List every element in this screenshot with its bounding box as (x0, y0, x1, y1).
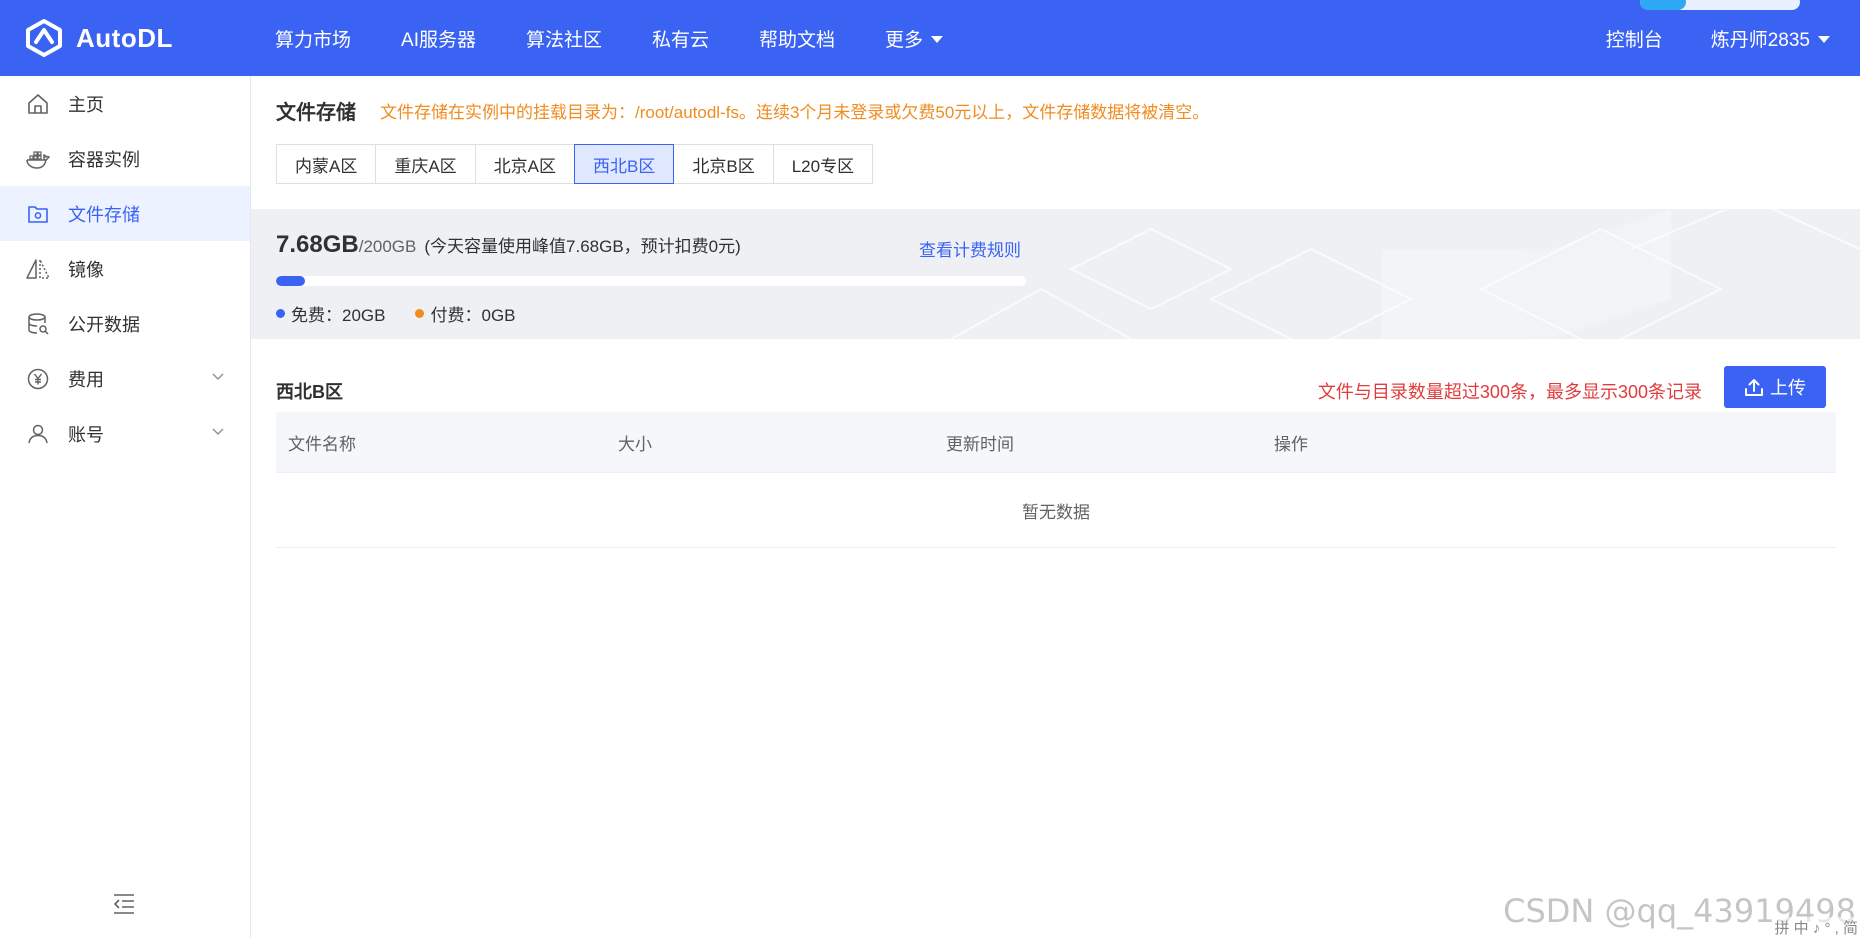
sidebar-item-label: 费用 (68, 369, 104, 390)
file-table: 文件名称 大小 更新时间 操作 暂无数据 (276, 412, 1836, 548)
docker-icon (24, 145, 52, 173)
usage-summary: 7.68GB /200GB (今天容量使用峰值7.68GB，预计扣费0元) (276, 231, 741, 259)
top-navbar: AutoDL 算力市场 AI服务器 算法社区 私有云 帮助文档 更多 控制台 炼… (0, 0, 1860, 76)
column-actions: 操作 (1274, 434, 1308, 454)
sidebar-item-home[interactable]: 主页 (0, 76, 250, 131)
legend-paid-label: 付费：0GB (430, 306, 516, 325)
brand-name: AutoDL (76, 22, 173, 53)
main-nav: 算力市场 AI服务器 算法社区 私有云 帮助文档 更多 (275, 0, 993, 76)
user-name: 炼丹师2835 (1710, 29, 1810, 51)
user-icon (24, 420, 52, 448)
column-file-name: 文件名称 (288, 434, 356, 454)
sidebar-item-label: 文件存储 (68, 204, 140, 225)
ime-toolbar: 拼 中 ♪ ° , 简 (1772, 917, 1860, 938)
table-header: 文件名称 大小 更新时间 操作 (276, 412, 1836, 473)
region-header: 西北B区 文件与目录数量超过300条，最多显示300条记录 上传 (276, 366, 1836, 410)
sidebar-item-label: 主页 (68, 94, 104, 115)
tab-beijing-a[interactable]: 北京A区 (474, 144, 576, 184)
yen-icon (24, 365, 52, 393)
database-icon (24, 310, 52, 338)
nav-more[interactable]: 更多 (885, 25, 944, 52)
upload-icon (1745, 379, 1763, 396)
billing-rules-link[interactable]: 查看计费规则 (919, 236, 1021, 261)
region-tabs: 内蒙A区 重庆A区 北京A区 西北B区 北京B区 L20专区 (276, 144, 874, 184)
paid-dot-icon (415, 309, 425, 318)
record-limit-warning: 文件与目录数量超过300条，最多显示300条记录 (1317, 382, 1702, 402)
tab-xibei-b[interactable]: 西北B区 (574, 144, 675, 184)
nav-help-docs[interactable]: 帮助文档 (759, 25, 835, 52)
total-capacity: /200GB (358, 237, 417, 256)
top-right-actions: 控制台 炼丹师2835 (1606, 0, 1830, 76)
chevron-down-icon (212, 373, 224, 381)
title-row: 文件存储 文件存储在实例中的挂载目录为：/root/autodl-fs。连续3个… (276, 96, 1209, 125)
used-capacity: 7.68GB (276, 231, 359, 258)
sidebar-item-label: 公开数据 (68, 314, 140, 335)
console-link[interactable]: 控制台 (1606, 25, 1663, 52)
tab-neimeng-a[interactable]: 内蒙A区 (276, 144, 377, 184)
column-updated-time: 更新时间 (946, 434, 1014, 454)
caret-down-icon (931, 35, 944, 43)
sidebar-item-label: 账号 (68, 424, 104, 445)
collapse-menu-icon (113, 894, 134, 914)
sidebar-item-label: 容器实例 (68, 149, 140, 170)
free-dot-icon (276, 309, 285, 318)
autodl-logo-icon (26, 19, 62, 57)
usage-progress-bar (276, 276, 1026, 286)
sidebar-item-file-storage[interactable]: 文件存储 (0, 186, 250, 241)
upload-label: 上传 (1770, 378, 1806, 398)
column-size: 大小 (618, 434, 652, 454)
nav-algorithm-community[interactable]: 算法社区 (526, 25, 602, 52)
sidebar-item-public-data[interactable]: 公开数据 (0, 296, 250, 351)
nav-more-label: 更多 (885, 29, 924, 51)
tab-beijing-b[interactable]: 北京B区 (673, 144, 774, 184)
usage-progress-fill (276, 276, 305, 286)
nav-private-cloud[interactable]: 私有云 (652, 25, 709, 52)
storage-folder-icon (24, 200, 52, 228)
nav-compute-market[interactable]: 算力市场 (275, 25, 351, 52)
legend-free: 免费：20GB (276, 301, 385, 326)
sidebar-item-account[interactable]: 账号 (0, 406, 250, 461)
sidebar-item-mirror[interactable]: 镜像 (0, 241, 250, 296)
caret-down-icon (1818, 35, 1830, 43)
main-content: 文件存储 文件存储在实例中的挂载目录为：/root/autodl-fs。连续3个… (251, 76, 1860, 938)
user-menu[interactable]: 炼丹师2835 (1711, 25, 1830, 52)
upload-button[interactable]: 上传 (1724, 366, 1826, 408)
chevron-down-icon (212, 428, 224, 436)
legend-free-label: 免费：20GB (291, 306, 386, 325)
sidebar-item-billing[interactable]: 费用 (0, 351, 250, 406)
nav-ai-server[interactable]: AI服务器 (401, 25, 476, 52)
page-title: 文件存储 (276, 102, 356, 124)
sidebar-item-label: 镜像 (68, 259, 104, 280)
sidebar: 主页 容器实例 文件存储 镜像 公开数据 费用 账号 (0, 76, 251, 938)
region-name: 西北B区 (276, 382, 343, 402)
tab-l20[interactable]: L20专区 (772, 144, 874, 184)
logo[interactable]: AutoDL (24, 18, 173, 58)
legend-paid: 付费：0GB (415, 301, 516, 326)
home-icon (24, 90, 52, 118)
storage-notice: 文件存储在实例中的挂载目录为：/root/autodl-fs。连续3个月未登录或… (380, 103, 1210, 122)
usage-legend: 免费：20GB 付费：0GB (276, 301, 546, 326)
tab-chongqing-a[interactable]: 重庆A区 (375, 144, 476, 184)
usage-detail: (今天容量使用峰值7.68GB，预计扣费0元) (424, 237, 741, 256)
table-empty-state: 暂无数据 (276, 473, 1836, 548)
usage-panel: 7.68GB /200GB (今天容量使用峰值7.68GB，预计扣费0元) 查看… (251, 209, 1860, 339)
mirror-icon (24, 255, 52, 283)
collapse-sidebar-button[interactable] (112, 893, 136, 920)
sidebar-item-containers[interactable]: 容器实例 (0, 131, 250, 186)
